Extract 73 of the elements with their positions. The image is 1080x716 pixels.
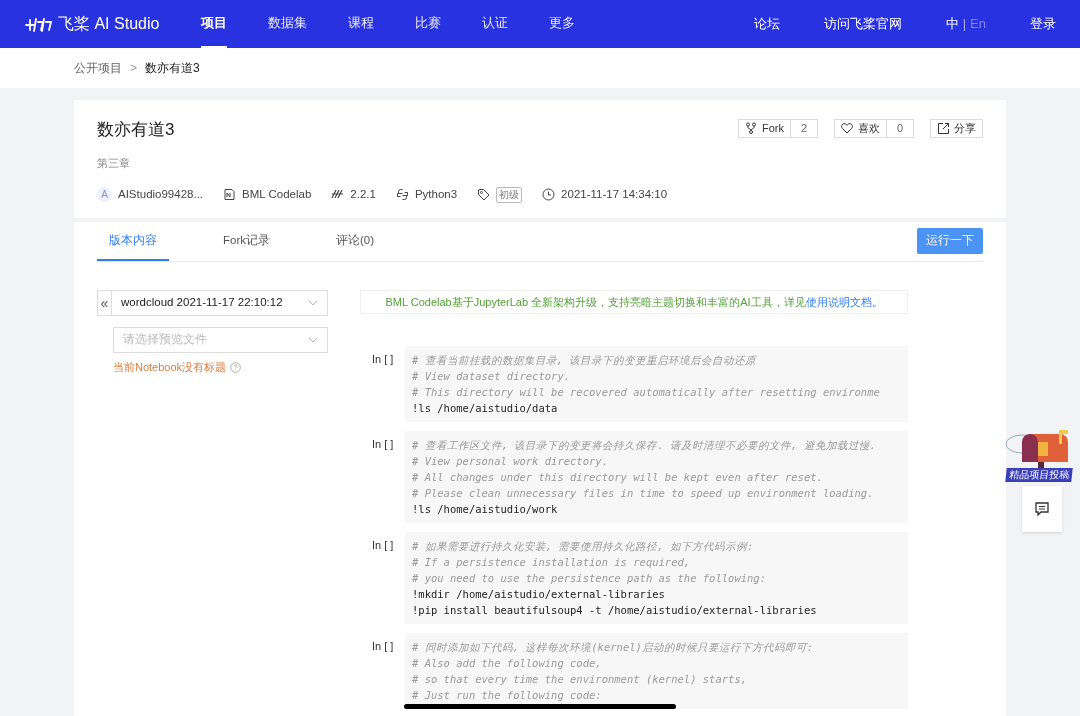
nav-link[interactable]: 更多 bbox=[549, 0, 576, 48]
docs-link[interactable]: 使用说明文档 bbox=[805, 295, 872, 308]
code-comment: # View dataset directory. bbox=[412, 369, 572, 384]
cell-prompt: In [ ] bbox=[371, 352, 395, 367]
author-name: AIStudio99428... bbox=[118, 187, 204, 202]
notebook-notice: 当前Notebook没有标题 bbox=[113, 360, 227, 375]
code-comment: # Also add the following code, bbox=[412, 656, 603, 671]
like-button[interactable]: 喜欢 bbox=[835, 120, 886, 137]
nav-link[interactable]: 访问飞桨官网 bbox=[823, 14, 902, 34]
code-comment: # 查看当前挂载的数据集目录, 该目录下的变更重启环境后会自动还原 bbox=[412, 353, 758, 368]
level-tag: 初级 bbox=[496, 186, 523, 203]
nav-link[interactable]: 认证 bbox=[482, 0, 509, 48]
language-label: Python3 bbox=[414, 187, 458, 202]
count-label: 0 bbox=[886, 120, 913, 137]
code-comment: # If a persistence installation is required, bbox=[412, 555, 692, 570]
breadcrumb-separator: > bbox=[130, 60, 137, 77]
python-icon bbox=[395, 188, 409, 202]
tag-icon bbox=[477, 188, 491, 202]
nav-link[interactable]: 比赛 bbox=[415, 0, 442, 48]
breadcrumb-link[interactable]: 数亦有道3 bbox=[145, 59, 200, 77]
tab[interactable]: Fork记录 bbox=[211, 222, 282, 261]
nav-link[interactable]: 数据集 bbox=[268, 0, 308, 48]
chat-icon bbox=[1034, 501, 1050, 517]
logo-text: 飞桨 AI Studio bbox=[58, 14, 160, 34]
code-line: !ls /home/aistudio/data bbox=[412, 401, 559, 416]
banner-text: BML Codelab基于JupyterLab 全新架构升级，支持亮暗主题切换和丰富的AI工具，详见使用说明文档。 bbox=[385, 294, 883, 310]
fork-button[interactable]: Fork bbox=[739, 120, 790, 137]
nav-link[interactable]: 课程 bbox=[348, 0, 375, 48]
code-comment: # you need to use the persistence path as the following: bbox=[412, 571, 767, 586]
avatar: A bbox=[97, 187, 112, 203]
nav-link[interactable]: 论坛 bbox=[753, 14, 780, 34]
code-comment: # Please clean unnecessary files in time to speed up environment loading. bbox=[412, 486, 875, 501]
clock-icon bbox=[542, 188, 556, 202]
chevron-down-icon bbox=[308, 337, 318, 343]
code-comment: # All changes under this directory will be kept even after reset. bbox=[412, 470, 824, 485]
code-comment: # so that every time the environment (kernel) starts, bbox=[412, 672, 749, 687]
code-comment: # 如果需要进行持久化安装, 需要使用持久化路径, 如下方代码示例: bbox=[412, 539, 755, 554]
heart-icon bbox=[841, 122, 854, 135]
logo-icon bbox=[24, 16, 54, 32]
code-line: !pip install beautifulsoup4 -t /home/aistudio/external-libraries bbox=[412, 603, 818, 618]
login-link[interactable]: 登录 bbox=[1030, 14, 1056, 34]
version-select[interactable]: wordcloud 2021-11-17 22:10:12 bbox=[112, 290, 328, 316]
language-separator: | bbox=[962, 15, 967, 34]
cell-prompt: In [ ] bbox=[371, 639, 395, 654]
notebook-icon bbox=[223, 188, 237, 202]
feedback-button[interactable] bbox=[1022, 486, 1062, 532]
tab[interactable]: 评论(0) bbox=[324, 222, 387, 261]
language-option[interactable]: 中 bbox=[945, 14, 959, 34]
help-icon bbox=[230, 361, 242, 373]
code-comment: # View personal work directory. bbox=[412, 454, 609, 469]
chevron-down-icon bbox=[308, 300, 318, 306]
share-icon bbox=[937, 122, 950, 135]
code-cell[interactable]: # 查看当前挂载的数据集目录, 该目录下的变更重启环境后会自动还原 # View dataset directory. # This directory will be recovered automatically after resetting environme !ls /home/aistudio/data bbox=[405, 346, 908, 422]
project-title: 数亦有道3 bbox=[97, 119, 175, 141]
fork-icon bbox=[745, 122, 758, 135]
code-comment: # 查看工作区文件, 该目录下的变更将会持久保存. 请及时清理不必要的文件, 避免加载过慢. bbox=[412, 438, 877, 453]
cell-prompt: In [ ] bbox=[371, 538, 395, 553]
project-subtitle: 第三章 bbox=[97, 155, 131, 171]
code-comment: # This directory will be recovered automatically after resetting environme bbox=[412, 385, 881, 400]
env-label: BML Codelab bbox=[242, 187, 312, 202]
code-comment: # Just run the following code: bbox=[412, 688, 603, 703]
version-label: 2.2.1 bbox=[350, 187, 376, 202]
share-button[interactable]: 分享 bbox=[931, 120, 982, 137]
collapse-button[interactable]: « bbox=[97, 290, 112, 316]
tab[interactable]: 版本内容 bbox=[97, 222, 169, 261]
code-line: !mkdir /home/aistudio/external-libraries bbox=[412, 587, 666, 602]
code-comment: # 同时添加如下代码, 这样每次环境(kernel)启动的时候只要运行下方代码即可: bbox=[412, 640, 815, 655]
cell-prompt: In [ ] bbox=[371, 437, 395, 452]
promo-label[interactable]: 精品项目投稿 bbox=[1005, 468, 1073, 482]
breadcrumb-link[interactable]: 公开项目 bbox=[74, 59, 122, 77]
count-label: 2 bbox=[790, 120, 817, 137]
time-label: 2021-11-17 14:34:10 bbox=[561, 187, 668, 202]
code-line: !ls /home/aistudio/work bbox=[412, 502, 559, 517]
